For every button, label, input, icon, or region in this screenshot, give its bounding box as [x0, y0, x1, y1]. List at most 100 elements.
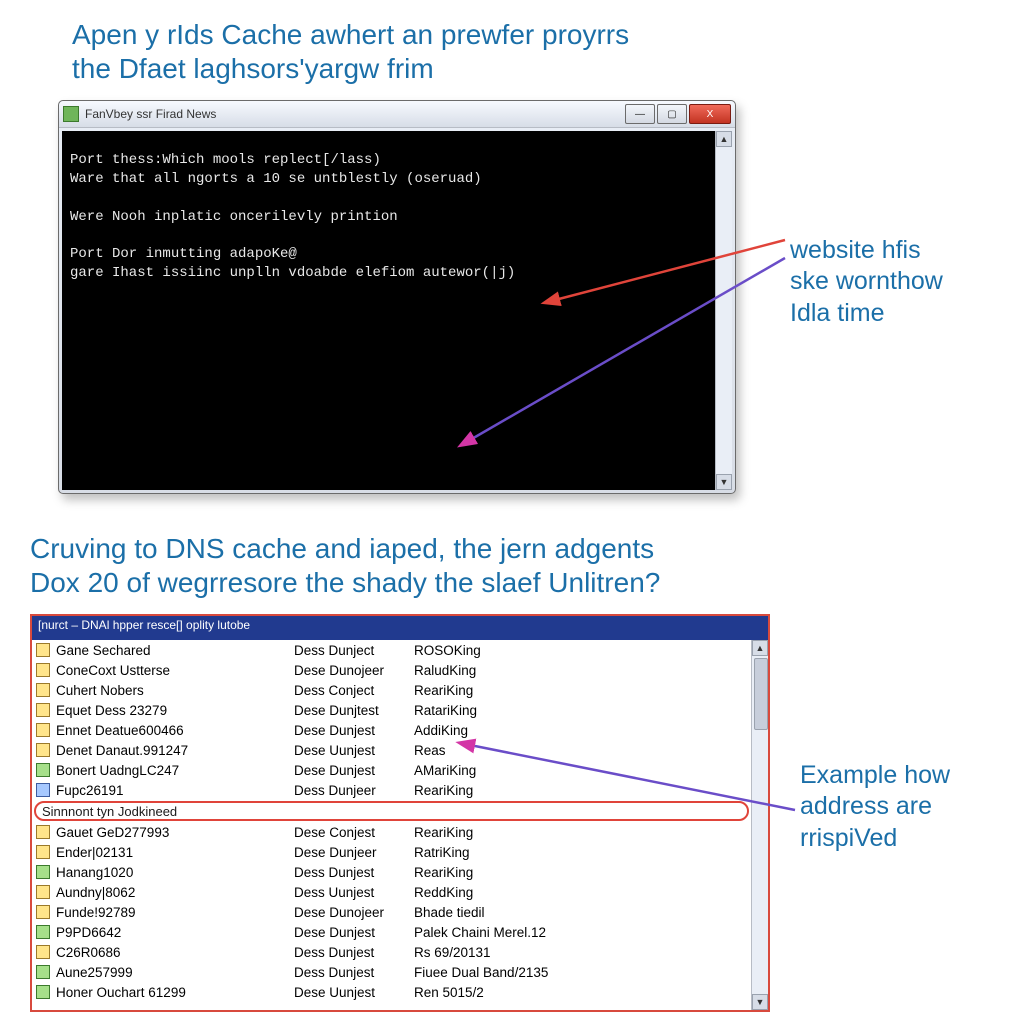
heading-1-line1: Apen y rIds Cache awhert an prewfer proy… — [72, 19, 629, 50]
annotation-top-line3: Idla time — [790, 299, 884, 327]
cell-name: Bonert UadngLC247 — [56, 763, 294, 778]
cell-value: ReariKing — [414, 825, 747, 840]
minimize-button[interactable]: — — [625, 104, 655, 124]
cell-value: RatariKing — [414, 703, 747, 718]
scroll-thumb[interactable] — [754, 658, 768, 730]
cell-value: Fiuee Dual Band/2135 — [414, 965, 747, 980]
list-item[interactable]: Aune257999Dess DunjestFiuee Dual Band/21… — [32, 962, 751, 982]
list-item[interactable]: Ender|02131Dese DunjeerRatriKing — [32, 842, 751, 862]
cell-type: Dese Uunjest — [294, 743, 414, 758]
list-item[interactable]: Cuhert NobersDess ConjectReariKing — [32, 680, 751, 700]
cell-name: C26R0686 — [56, 945, 294, 960]
cell-name: Gauet GeD277993 — [56, 825, 294, 840]
cell-type: Dese Dunjest — [294, 925, 414, 940]
heading-1-line2: the Dfaet laghsors'yargw frim — [72, 53, 434, 84]
console-output[interactable]: Port thess:Which mools replect[/lass) Wa… — [62, 145, 715, 476]
console-title: FanVbey ssr Firad News — [85, 107, 625, 121]
cell-value: ReariKing — [414, 783, 747, 798]
cell-type: Dess Uunjest — [294, 885, 414, 900]
file-icon — [36, 663, 50, 677]
cell-name: Honer Ouchart 61299 — [56, 985, 294, 1000]
scroll-down-icon[interactable]: ▼ — [752, 994, 768, 1010]
cell-type: Dese Dunojeer — [294, 905, 414, 920]
cell-type: Dess Dunjest — [294, 945, 414, 960]
cell-type: Dese Dunjest — [294, 723, 414, 738]
scroll-down-icon[interactable]: ▼ — [716, 474, 732, 490]
list-item[interactable]: C26R0686Dess DunjestRs 69/20131 — [32, 942, 751, 962]
annotation-bottom-line1: Example how — [800, 761, 950, 789]
list-rows: Gane SecharedDess DunjectROSOKingConeCox… — [32, 640, 751, 1010]
cell-name: Hanang1020 — [56, 865, 294, 880]
scroll-up-icon[interactable]: ▲ — [752, 640, 768, 656]
cell-name: Aune257999 — [56, 965, 294, 980]
list-item[interactable]: ConeCoxt UstterseDese DunojeerRaludKing — [32, 660, 751, 680]
list-item[interactable]: Honer Ouchart 61299Dese UunjestRen 5015/… — [32, 982, 751, 1002]
annotation-top-line1: website hfis — [790, 236, 921, 264]
cell-value: Reas — [414, 743, 747, 758]
file-icon — [36, 683, 50, 697]
list-titlebar[interactable]: [nurct – DNAl hpper resce[] oplity lutob… — [32, 616, 768, 640]
list-item[interactable]: Gauet GeD277993Dese ConjestReariKing — [32, 822, 751, 842]
app-icon — [63, 106, 79, 122]
list-item[interactable]: Ennet Deatue600466Dese DunjestAddiKing — [32, 720, 751, 740]
list-item[interactable]: Hanang1020Dess DunjestReariKing — [32, 862, 751, 882]
cell-name: Funde!92789 — [56, 905, 294, 920]
cell-value: ReariKing — [414, 865, 747, 880]
annotation-top: website hfis ske wornthow Idla time — [790, 235, 1000, 329]
file-icon — [36, 985, 50, 999]
file-icon — [36, 945, 50, 959]
cell-name: Cuhert Nobers — [56, 683, 294, 698]
file-icon — [36, 643, 50, 657]
console-scrollbar[interactable]: ▲ ▼ — [715, 131, 732, 490]
file-icon — [36, 763, 50, 777]
cell-type: Dese Dunjeer — [294, 845, 414, 860]
cell-type: Dese Conjest — [294, 825, 414, 840]
file-icon — [36, 885, 50, 899]
file-icon — [36, 743, 50, 757]
list-item[interactable]: Denet Danaut.991247Dese UunjestReas — [32, 740, 751, 760]
cell-value: AddiKing — [414, 723, 747, 738]
cell-type: Dess Dunjest — [294, 865, 414, 880]
close-button[interactable]: X — [689, 104, 731, 124]
list-item[interactable]: Gane SecharedDess DunjectROSOKing — [32, 640, 751, 660]
cell-value: RaludKing — [414, 663, 747, 678]
file-icon — [36, 925, 50, 939]
list-item[interactable]: Aundny|8062Dess UunjestReddKing — [32, 882, 751, 902]
cell-name: P9PD6642 — [56, 925, 294, 940]
cell-value: ROSOKing — [414, 643, 747, 658]
file-icon — [36, 905, 50, 919]
cell-value: Palek Chaini Merel.12 — [414, 925, 747, 940]
cell-type: Dess Dunjeer — [294, 783, 414, 798]
cell-name: Denet Danaut.991247 — [56, 743, 294, 758]
annotation-bottom-line3: rrispiVed — [800, 824, 897, 852]
cell-value: RatriKing — [414, 845, 747, 860]
heading-2-line2: Dox 20 of wegrresore the shady the slaef… — [30, 567, 660, 598]
list-scrollbar[interactable]: ▲ ▼ — [751, 640, 768, 1010]
list-item[interactable]: Equet Dess 23279Dese DunjtestRatariKing — [32, 700, 751, 720]
highlighted-item[interactable]: Sinnnont tyn Jodkineed — [34, 801, 749, 821]
list-item[interactable]: P9PD6642Dese DunjestPalek Chaini Merel.1… — [32, 922, 751, 942]
cell-name: Aundny|8062 — [56, 885, 294, 900]
scroll-up-icon[interactable]: ▲ — [716, 131, 732, 147]
cell-type: Dese Dunjtest — [294, 703, 414, 718]
cell-type: Dese Uunjest — [294, 985, 414, 1000]
cell-name: Fupc26191 — [56, 783, 294, 798]
annotation-bottom-line2: address are — [800, 792, 932, 820]
console-body: Port thess:Which mools replect[/lass) Wa… — [62, 131, 732, 490]
console-titlebar[interactable]: FanVbey ssr Firad News — ▢ X — [59, 101, 735, 128]
list-item[interactable]: Funde!92789Dese DunojeerBhade tiedil — [32, 902, 751, 922]
maximize-button[interactable]: ▢ — [657, 104, 687, 124]
list-item[interactable]: Fupc26191Dess DunjeerReariKing — [32, 780, 751, 800]
cell-name: ConeCoxt Ustterse — [56, 663, 294, 678]
cell-name: Ennet Deatue600466 — [56, 723, 294, 738]
annotation-bottom: Example how address are rrispiVed — [800, 760, 1010, 854]
cell-value: AMariKing — [414, 763, 747, 778]
heading-2: Cruving to DNS cache and iaped, the jern… — [30, 532, 810, 599]
heading-2-line1: Cruving to DNS cache and iaped, the jern… — [30, 533, 654, 564]
file-icon — [36, 723, 50, 737]
file-icon — [36, 845, 50, 859]
console-window: FanVbey ssr Firad News — ▢ X Port thess:… — [58, 100, 736, 494]
heading-1: Apen y rIds Cache awhert an prewfer proy… — [72, 18, 752, 85]
list-item[interactable]: Bonert UadngLC247Dese DunjestAMariKing — [32, 760, 751, 780]
cell-value: ReddKing — [414, 885, 747, 900]
